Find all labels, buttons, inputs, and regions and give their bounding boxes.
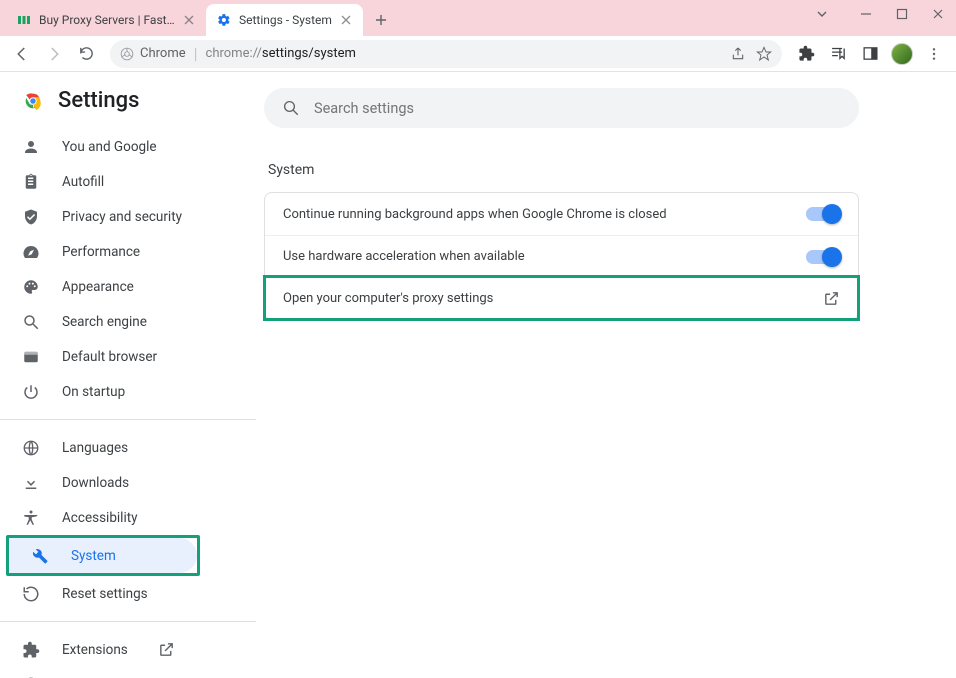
search-icon	[282, 99, 300, 117]
sidebar-item-downloads[interactable]: Downloads	[0, 465, 240, 500]
brand-title: Settings	[58, 88, 139, 113]
sidebar-item-label: Autofill	[62, 174, 104, 190]
sidebar-item-label: Extensions	[62, 642, 128, 658]
search-icon	[22, 313, 40, 331]
share-icon[interactable]	[730, 46, 746, 62]
extensions-icon[interactable]	[792, 40, 820, 68]
extension-icon	[22, 641, 40, 659]
divider	[0, 621, 256, 622]
favicon-proxy	[16, 12, 32, 28]
sidebar-item-label: Default browser	[62, 349, 157, 365]
tabstrip: Buy Proxy Servers | Fast & Afford… Setti…	[0, 0, 395, 36]
toggle-hw-accel[interactable]	[806, 250, 840, 264]
setting-row-hw-accel: Use hardware acceleration when available	[265, 235, 858, 277]
sidebar-item-system[interactable]: System	[9, 538, 197, 573]
section-title: System	[268, 162, 908, 178]
palette-icon	[22, 278, 40, 296]
restore-icon	[22, 585, 40, 603]
search-settings[interactable]	[264, 88, 859, 128]
divider	[0, 419, 256, 420]
brand: Settings	[0, 88, 256, 123]
window-controls	[804, 0, 956, 28]
sidebar-item-label: You and Google	[62, 139, 157, 155]
sidebar-item-extensions[interactable]: Extensions	[0, 632, 240, 667]
sidebar-item-label: Appearance	[62, 279, 134, 295]
reload-button[interactable]	[72, 40, 100, 68]
sidebar-item-label: Languages	[62, 440, 128, 456]
sidebar-item-reset[interactable]: Reset settings	[0, 576, 240, 611]
separator: |	[194, 44, 198, 63]
address-bar[interactable]: Chrome | chrome://settings/system	[110, 40, 782, 68]
sidebar: Settings You and Google Autofill Privacy a…	[0, 72, 256, 678]
minimize-button[interactable]	[848, 0, 884, 28]
forward-button[interactable]	[40, 40, 68, 68]
speed-icon	[22, 243, 40, 261]
maximize-button[interactable]	[884, 0, 920, 28]
settings-card: Continue running background apps when Go…	[264, 192, 859, 320]
chrome-logo-icon	[22, 90, 44, 112]
titlebar: Buy Proxy Servers | Fast & Afford… Setti…	[0, 0, 956, 36]
sidebar-item-autofill[interactable]: Autofill	[0, 164, 240, 199]
download-icon	[22, 474, 40, 492]
person-icon	[22, 138, 40, 156]
shield-icon	[22, 208, 40, 226]
sidebar-item-languages[interactable]: Languages	[0, 430, 240, 465]
sidebar-item-label: Accessibility	[62, 510, 138, 526]
globe-icon	[22, 439, 40, 457]
setting-label: Continue running background apps when Go…	[283, 207, 667, 222]
new-tab-button[interactable]	[367, 6, 395, 34]
favicon-settings	[216, 12, 232, 28]
tab-settings[interactable]: Settings - System	[206, 4, 363, 36]
sidebar-item-performance[interactable]: Performance	[0, 234, 240, 269]
chrome-chip-label: Chrome	[140, 46, 186, 61]
browser-toolbar: Chrome | chrome://settings/system	[0, 36, 956, 72]
toggle-bg-apps[interactable]	[806, 207, 840, 221]
sidebar-item-about[interactable]: About Chrome	[0, 667, 240, 678]
url-text: chrome://settings/system	[206, 46, 356, 61]
setting-label: Use hardware acceleration when available	[283, 249, 525, 264]
sidebar-item-appearance[interactable]: Appearance	[0, 269, 240, 304]
search-settings-input[interactable]	[314, 100, 841, 117]
setting-row-proxy[interactable]: Open your computer's proxy settings	[265, 277, 858, 319]
main-panel: System Continue running background apps …	[256, 72, 956, 678]
sidebar-item-search-engine[interactable]: Search engine	[0, 304, 240, 339]
tab-title: Buy Proxy Servers | Fast & Afford…	[39, 13, 175, 27]
tab-title: Settings - System	[239, 13, 332, 27]
assignment-icon	[22, 173, 40, 191]
sidebar-item-you-and-google[interactable]: You and Google	[0, 129, 240, 164]
sidebar-item-on-startup[interactable]: On startup	[0, 374, 240, 409]
sidebar-item-label: Privacy and security	[62, 209, 182, 225]
power-icon	[22, 383, 40, 401]
sidebar-item-label: Reset settings	[62, 586, 148, 602]
setting-label: Open your computer's proxy settings	[283, 291, 493, 306]
sidebar-item-label: Search engine	[62, 314, 147, 330]
close-icon[interactable]	[339, 13, 353, 27]
back-button[interactable]	[8, 40, 36, 68]
sidebar-item-label: System	[71, 548, 116, 564]
bookmark-icon[interactable]	[756, 46, 772, 62]
sidebar-item-label: Performance	[62, 244, 140, 260]
accessibility-icon	[22, 509, 40, 527]
browser-icon	[22, 348, 40, 366]
sidebar-item-label: On startup	[62, 384, 125, 400]
chrome-icon	[120, 47, 134, 61]
sidebar-item-default-browser[interactable]: Default browser	[0, 339, 240, 374]
close-window-button[interactable]	[920, 0, 956, 28]
sidebar-item-label: Downloads	[62, 475, 129, 491]
chevron-down-icon[interactable]	[804, 0, 840, 28]
setting-row-bg-apps: Continue running background apps when Go…	[265, 193, 858, 235]
kebab-menu[interactable]	[920, 40, 948, 68]
wrench-icon	[31, 547, 49, 565]
close-icon[interactable]	[182, 13, 196, 27]
sidebar-item-accessibility[interactable]: Accessibility	[0, 500, 240, 535]
reading-list-icon[interactable]	[824, 40, 852, 68]
sidebar-item-privacy[interactable]: Privacy and security	[0, 199, 240, 234]
side-panel-icon[interactable]	[856, 40, 884, 68]
external-link-icon	[158, 641, 175, 658]
profile-avatar[interactable]	[888, 40, 916, 68]
tab-proxy-store[interactable]: Buy Proxy Servers | Fast & Afford…	[6, 4, 206, 36]
chrome-chip: Chrome	[120, 46, 186, 61]
open-external-icon	[823, 290, 840, 307]
